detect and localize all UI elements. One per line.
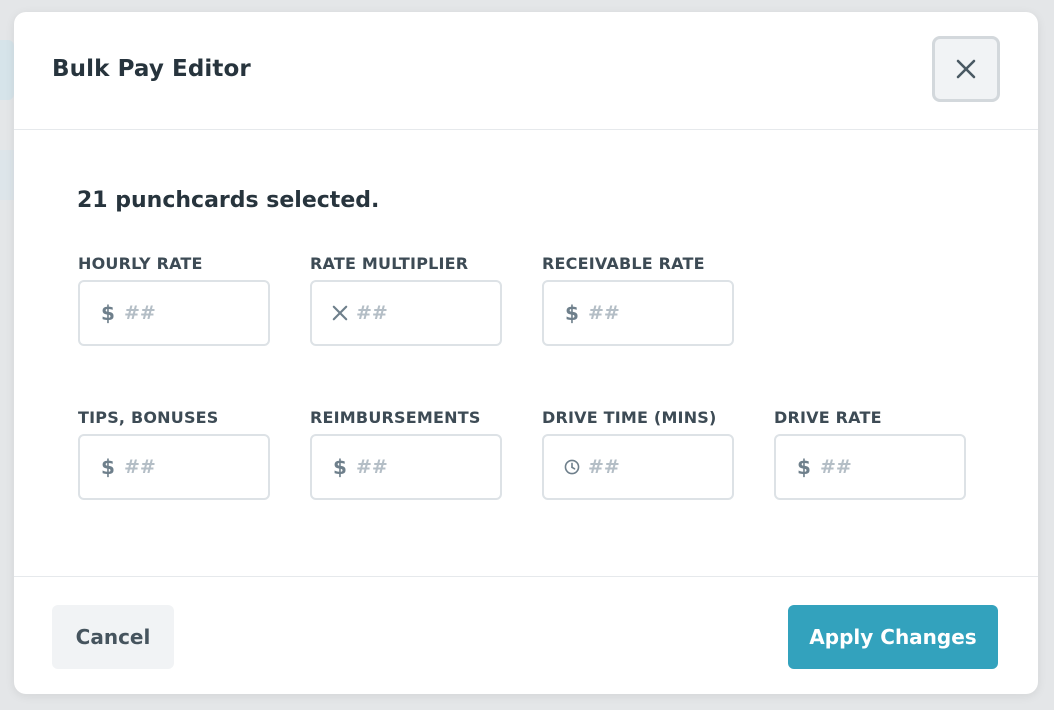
background-panel xyxy=(0,40,14,100)
background-panel xyxy=(0,150,14,200)
selection-count: 21 punchcards selected. xyxy=(77,188,380,213)
clock-icon xyxy=(564,455,580,479)
field-label: RECEIVABLE RATE xyxy=(542,254,705,273)
field-drive-rate: DRIVE RATE $ xyxy=(774,408,966,500)
dollar-icon: $ xyxy=(333,455,347,479)
close-icon xyxy=(956,59,976,79)
receivable-rate-input[interactable] xyxy=(588,282,728,344)
cancel-button[interactable]: Cancel xyxy=(52,605,174,669)
field-reimbursements: REIMBURSEMENTS $ xyxy=(310,408,502,500)
input-wrapper: $ xyxy=(310,434,502,500)
multiply-icon xyxy=(332,301,348,325)
input-wrapper: $ xyxy=(78,434,270,500)
input-wrapper xyxy=(310,280,502,346)
field-label: DRIVE RATE xyxy=(774,408,882,427)
field-rate-multiplier: RATE MULTIPLIER xyxy=(310,254,502,346)
field-label: HOURLY RATE xyxy=(78,254,203,273)
field-label: RATE MULTIPLIER xyxy=(310,254,469,273)
input-wrapper: $ xyxy=(774,434,966,500)
dollar-icon: $ xyxy=(101,455,115,479)
hourly-rate-input[interactable] xyxy=(124,282,264,344)
drive-time-input[interactable] xyxy=(588,436,728,498)
apply-changes-button[interactable]: Apply Changes xyxy=(788,605,998,669)
field-label: TIPS, BONUSES xyxy=(78,408,219,427)
input-wrapper: $ xyxy=(542,280,734,346)
tips-bonuses-input[interactable] xyxy=(124,436,264,498)
field-receivable-rate: RECEIVABLE RATE $ xyxy=(542,254,734,346)
field-label: DRIVE TIME (MINS) xyxy=(542,408,717,427)
modal-title: Bulk Pay Editor xyxy=(52,56,251,82)
bulk-pay-editor-modal: Bulk Pay Editor 21 punchcards selected. … xyxy=(14,12,1038,694)
dollar-icon: $ xyxy=(101,301,115,325)
field-tips-bonuses: TIPS, BONUSES $ xyxy=(78,408,270,500)
drive-rate-input[interactable] xyxy=(820,436,960,498)
field-label: REIMBURSEMENTS xyxy=(310,408,481,427)
dollar-icon: $ xyxy=(797,455,811,479)
modal-footer: Cancel Apply Changes xyxy=(14,576,1038,694)
modal-header: Bulk Pay Editor xyxy=(14,12,1038,130)
field-drive-time: DRIVE TIME (MINS) xyxy=(542,408,734,500)
modal-body: 21 punchcards selected. HOURLY RATE $ RA… xyxy=(14,130,1038,577)
close-button[interactable] xyxy=(932,36,1000,102)
input-wrapper xyxy=(542,434,734,500)
rate-multiplier-input[interactable] xyxy=(356,282,496,344)
reimbursements-input[interactable] xyxy=(356,436,496,498)
dollar-icon: $ xyxy=(565,301,579,325)
field-hourly-rate: HOURLY RATE $ xyxy=(78,254,270,346)
input-wrapper: $ xyxy=(78,280,270,346)
